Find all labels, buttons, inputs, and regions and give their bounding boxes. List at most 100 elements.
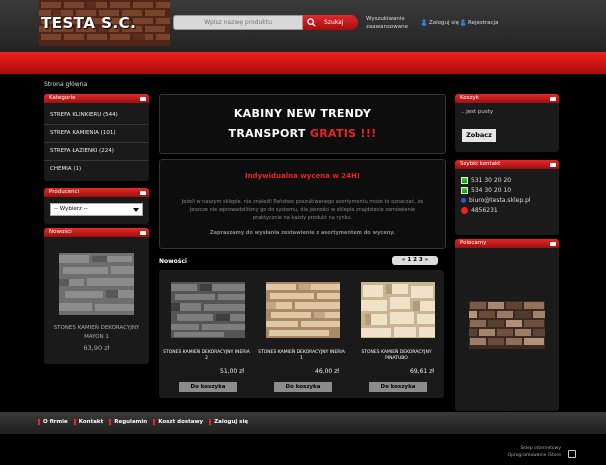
recommended-title-text: Polecamy (460, 240, 487, 246)
promo-line2-red: GRATIS !!! (309, 127, 377, 140)
footer-link[interactable]: Kontakt (73, 419, 110, 425)
individual-quote-title: Indywidualna wycena w 24H! (244, 172, 361, 180)
producer-select[interactable]: -- Wybierz -- (50, 203, 143, 216)
footer-credit-line1: Sklep internetowy (520, 446, 561, 451)
individual-quote-text: Jeżeli w naszym sklepie, nie znaleźli Pa… (181, 199, 424, 221)
collapse-icon[interactable] (550, 163, 556, 167)
news-products: STONES KAMIEŃ DEKORACYJNY INERIA 2 51,00… (159, 270, 444, 398)
category-item[interactable]: STREFA ŁAZIENKI (224) (44, 143, 149, 161)
search-button[interactable]: Szukaj (303, 15, 358, 30)
collapse-icon[interactable] (550, 242, 556, 246)
red-menu-bar (0, 52, 606, 74)
side-news-title-text: Nowości (49, 229, 72, 235)
promo-line1: KABINY NEW TRENDY (233, 107, 372, 120)
product-card: STONES KAMIEŃ DEKORACYJNY INERIA 1 46,00… (254, 270, 349, 398)
add-to-cart-button[interactable]: Do koszyka (179, 382, 237, 392)
product-price: 51,00 zł (220, 368, 244, 375)
categories-box: Kategorie STREFA KLINKIERU (544) STREFA … (44, 94, 149, 181)
category-item[interactable]: STREFA KAMIENIA (101) (44, 125, 149, 143)
contact-phone-2[interactable]: 534 30 20 10 (455, 185, 559, 195)
register-link[interactable]: Rejestracja (460, 19, 498, 26)
footer-credit-line2: Oprogramowanie iStore (507, 453, 561, 458)
cart-title-text: Koszyk (460, 95, 479, 101)
quick-contact-title: Szybki kontakt (455, 160, 559, 169)
news-pager[interactable]: « 1 2 3 » (392, 256, 438, 265)
product-card: STONES KAMIEŃ DEKORACYJNY INERIA 2 51,00… (159, 270, 254, 398)
collapse-icon[interactable] (140, 231, 146, 235)
category-item[interactable]: STREFA KLINKIERU (544) (44, 107, 149, 125)
logo-title: TESTA S.C. (41, 14, 137, 32)
logo[interactable]: TESTA S.C. (39, 0, 170, 46)
producers-box: Producenci -- Wybierz -- (44, 188, 149, 224)
footer-link[interactable]: Koszt dostawy (153, 419, 209, 425)
cart-title: Koszyk (455, 94, 559, 103)
promo-line2: TRANSPORT GRATIS !!! (160, 127, 445, 140)
contact-phone-2-text: 534 30 20 10 (471, 186, 512, 194)
contact-phone-1[interactable]: 531 30 20 20 (455, 175, 559, 185)
breadcrumb[interactable]: Strona główna (44, 81, 87, 88)
search-input-wrapper[interactable] (173, 15, 303, 30)
promo-banner[interactable]: KABINY NEW TRENDY TRANSPORT GRATIS !!! (159, 94, 446, 154)
cart-empty-text: ...jest pusty (461, 109, 494, 115)
collapse-icon[interactable] (140, 97, 146, 101)
cart-box: Koszyk ...jest pusty Zobacz (455, 94, 559, 152)
footer-link[interactable]: O firmie (38, 419, 74, 425)
product-price: 46,00 zł (315, 368, 339, 375)
collapse-icon[interactable] (140, 191, 146, 195)
product-card: STONES KAMIEŃ DEKORACYJNY PINATUBO 69,61… (349, 270, 444, 398)
product-price: 69,61 zł (410, 368, 434, 375)
contact-phone-1-text: 531 30 20 20 (471, 176, 512, 184)
individual-quote-panel: Indywidualna wycena w 24H! Jeżeli w nasz… (159, 159, 446, 249)
collapse-icon[interactable] (550, 97, 556, 101)
recommended-box: Polecamy (455, 239, 559, 411)
quick-contact-title-text: Szybki kontakt (460, 161, 501, 167)
advanced-search-link[interactable]: Wyszukiwanie zaawansowane (366, 15, 416, 31)
categories-title: Kategorie (44, 94, 149, 103)
email-icon (461, 197, 466, 203)
contact-gg-text: 4856231 (471, 206, 498, 214)
search-icon (307, 18, 316, 27)
promo-line2-prefix: TRANSPORT (228, 127, 306, 140)
login-link[interactable]: Zaloguj się (421, 19, 459, 26)
quick-contact-box: Szybki kontakt 531 30 20 20 534 30 20 10… (455, 160, 559, 235)
add-to-cart-button[interactable]: Do koszyka (274, 382, 332, 392)
search-button-label: Szukaj (324, 19, 344, 26)
recommended-product-image[interactable] (469, 301, 545, 349)
chevron-down-icon (133, 208, 139, 212)
footer-link[interactable]: Zaloguj się (209, 419, 254, 425)
user-icon (421, 19, 427, 26)
producers-title: Producenci (44, 188, 149, 197)
istore-logo-icon (568, 450, 576, 458)
category-item[interactable]: CHEMIA (1) (44, 161, 149, 178)
product-image-ineria-1[interactable] (266, 282, 340, 338)
product-name[interactable]: STONES KAMIEŃ DEKORACYJNY INERIA 2 (163, 350, 250, 362)
product-image-pinatubo[interactable] (361, 282, 435, 338)
contact-email[interactable]: biuro@testa.sklep.pl (455, 195, 559, 205)
phone-icon (461, 186, 468, 194)
footer-link[interactable]: Regulamin (109, 419, 153, 425)
search-input[interactable] (174, 16, 302, 29)
gadu-gadu-icon (461, 206, 468, 214)
news-section-title: Nowości (159, 258, 187, 265)
product-name[interactable]: STONES KAMIEŃ DEKORACYJNY PINATUBO (353, 350, 440, 362)
main-content: Strona główna Kategorie STREFA KLINKIERU… (0, 74, 606, 412)
phone-icon (461, 176, 468, 184)
product-name[interactable]: STONES KAMIEŃ DEKORACYJNY INERIA 1 (258, 350, 345, 362)
register-icon (460, 19, 466, 26)
header: TESTA S.C. Szukaj Wyszukiwanie zaawansow… (0, 0, 606, 52)
side-news-box: Nowości STONES KAMIEŃ DEKORACYJNY MAYON … (44, 228, 149, 364)
contact-gg[interactable]: 4856231 (455, 205, 559, 215)
product-image-ineria-2[interactable] (171, 282, 245, 338)
categories-title-text: Kategorie (49, 95, 76, 101)
footer-credits[interactable]: Sklep internetowy Oprogramowanie iStore (508, 445, 561, 459)
side-news-title: Nowości (44, 228, 149, 237)
side-news-price: 63,90 zł (83, 344, 110, 352)
login-link-label: Zaloguj się (429, 19, 460, 26)
side-news-product-name[interactable]: STONES KAMIEŃ DEKORACYJNY MAYON 1 (49, 324, 144, 342)
product-image-mayon[interactable] (59, 253, 134, 315)
add-to-cart-button[interactable]: Do koszyka (369, 382, 427, 392)
footer-links: O firmie Kontakt Regulamin Koszt dostawy… (38, 419, 254, 425)
view-cart-button[interactable]: Zobacz (462, 129, 496, 142)
recommended-title: Polecamy (455, 239, 559, 248)
contact-email-text: biuro@testa.sklep.pl (469, 196, 531, 204)
